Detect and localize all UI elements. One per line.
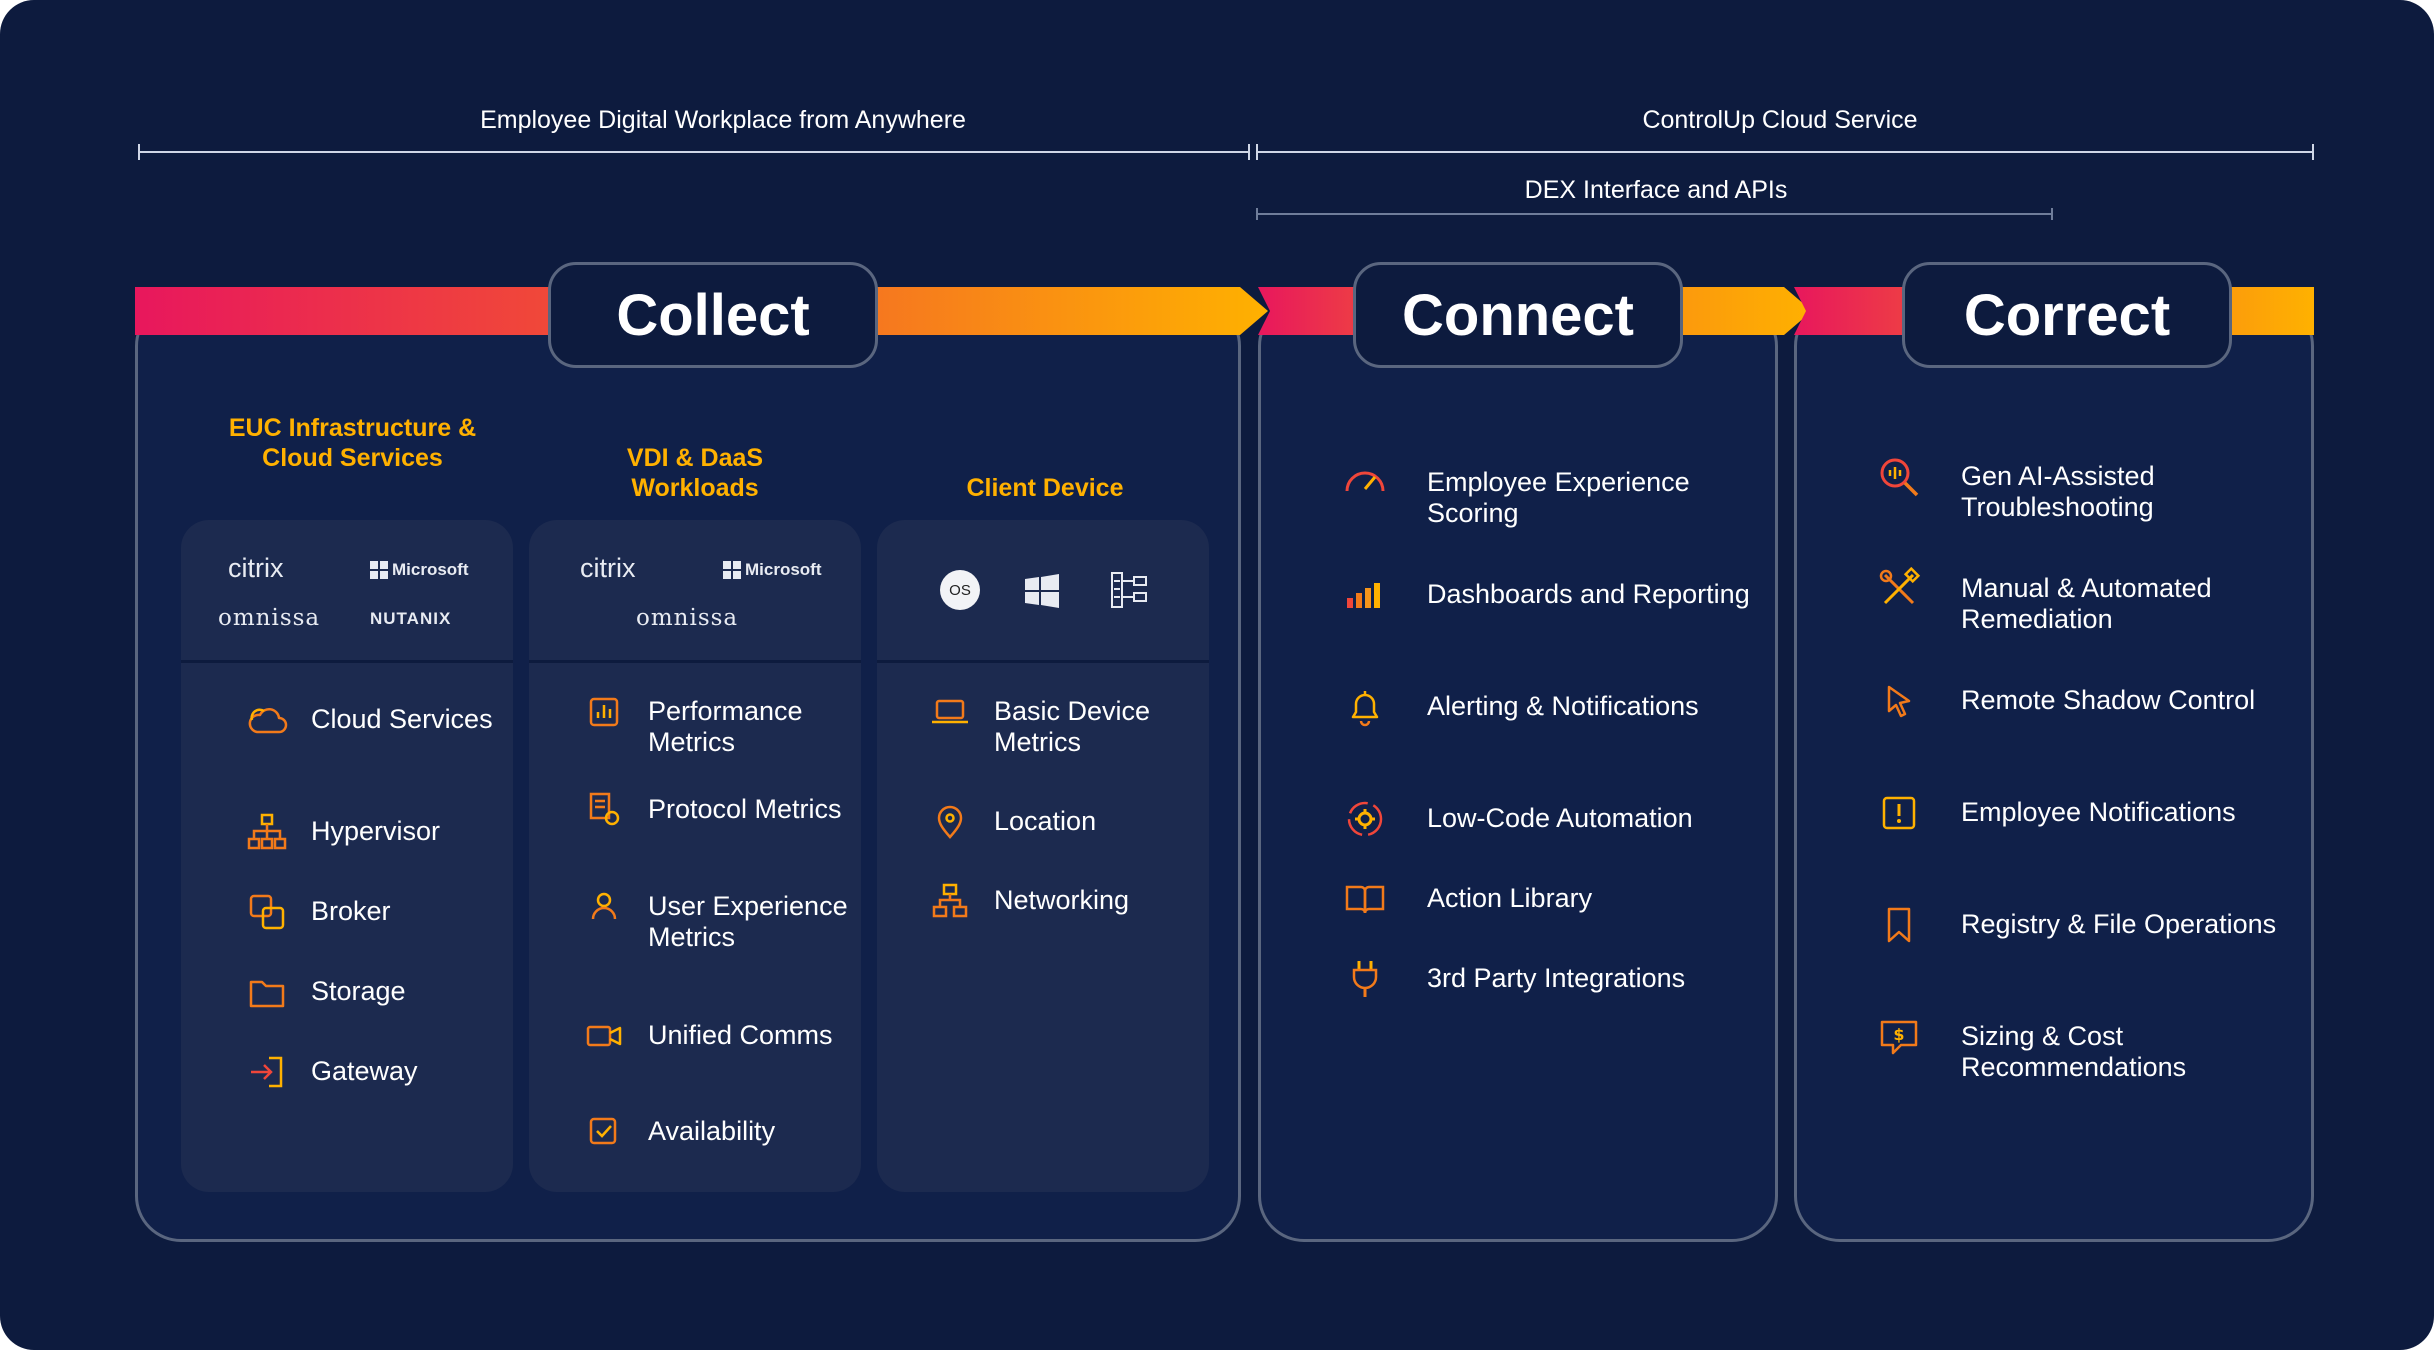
omnissa-logo: omnissa [636, 605, 739, 631]
citrix-logo: citrix [228, 553, 284, 583]
alert-box-icon [1877, 791, 1921, 835]
dollar-chat-icon: $ [1877, 1015, 1921, 1059]
check-square-icon [582, 1110, 626, 1154]
video-icon [582, 1014, 626, 1058]
cloud-icon [245, 698, 289, 742]
diagram-canvas: Employee Digital Workplace from Anywhere… [0, 0, 2434, 1350]
bookmark-icon [1877, 903, 1921, 947]
tools-icon [1877, 566, 1921, 611]
macos-logo: OS [940, 570, 980, 610]
vdi-item-availability: Availability [582, 1116, 852, 1154]
correct-item-notifications: Employee Notifications [1877, 796, 2297, 835]
client-divider [877, 660, 1209, 663]
connect-item-alerting: Alerting & Notifications [1343, 691, 1763, 729]
connect-item-automation: Low-Code Automation [1343, 801, 1763, 841]
collect-stage-label: Collect [548, 262, 878, 368]
nutanix-logo: NUTANIX [370, 609, 452, 628]
network-icon [928, 879, 972, 923]
gauge-icon [1343, 461, 1387, 505]
client-device-column-title: Client Device [966, 474, 1124, 502]
citrix-logo: citrix [580, 553, 636, 583]
linux-server-logo [1111, 572, 1147, 608]
book-icon [1343, 877, 1387, 921]
microsoft-logo: Microsoft [370, 560, 469, 580]
cursor-icon [1877, 679, 1921, 723]
document-icon [582, 788, 626, 832]
hierarchy-icon [245, 810, 289, 854]
client-item-location: Location [928, 805, 1198, 844]
signal-bars-icon [1343, 573, 1387, 617]
bell-icon [1343, 685, 1387, 729]
correct-item-gen-ai: Gen AI-Assisted Troubleshooting [1877, 458, 2297, 523]
svg-text:$: $ [1893, 1025, 1904, 1044]
euc-divider [181, 660, 513, 663]
plug-icon [1343, 957, 1387, 1001]
euc-item-broker: Broker [245, 894, 505, 934]
vdi-divider [529, 660, 861, 663]
client-item-networking: Networking [928, 883, 1198, 923]
client-device-subpanel [877, 520, 1209, 1192]
correct-item-remediation: Manual & Automated Remediation [1877, 566, 2297, 635]
microsoft-logo: Microsoft [723, 560, 822, 580]
search-ai-icon [1877, 455, 1921, 499]
correct-item-sizing: $ Sizing & Cost Recommendations [1877, 1020, 2297, 1083]
laptop-icon [928, 690, 972, 734]
correct-item-registry: Registry & File Operations [1877, 907, 2297, 947]
vdi-item-user-experience: User Experience Metrics [582, 891, 852, 953]
gear-cycle-icon [1343, 797, 1387, 841]
windows-logo [1025, 574, 1059, 608]
omnissa-logo: omnissa [218, 605, 321, 631]
correct-stage-label: Correct [1902, 262, 2232, 368]
login-icon [245, 1050, 289, 1094]
connect-item-dashboards: Dashboards and Reporting [1343, 579, 1763, 617]
vdi-item-protocol: Protocol Metrics [582, 792, 852, 832]
connect-stage-label: Connect [1353, 262, 1683, 368]
vdi-item-performance: Performance Metrics [582, 696, 852, 758]
euc-item-storage: Storage [245, 976, 505, 1014]
connect-item-scoring: Employee Experience Scoring [1343, 467, 1763, 529]
euc-item-cloud-services: Cloud Services [245, 704, 505, 742]
euc-column-title: EUC Infrastructure & Cloud Services [228, 414, 477, 472]
broker-icon [245, 890, 289, 934]
correct-item-remote-shadow: Remote Shadow Control [1877, 685, 2297, 723]
map-pin-icon [928, 800, 972, 844]
euc-item-gateway: Gateway [245, 1056, 505, 1094]
user-icon [582, 885, 626, 929]
vdi-item-unified-comms: Unified Comms [582, 1020, 852, 1058]
folder-icon [245, 970, 289, 1014]
connect-item-integrations: 3rd Party Integrations [1343, 961, 1763, 1001]
bar-chart-icon [582, 690, 626, 734]
client-item-basic-metrics: Basic Device Metrics [928, 696, 1198, 758]
euc-item-hypervisor: Hypervisor [245, 813, 505, 854]
connect-item-action-library: Action Library [1343, 883, 1763, 921]
vdi-column-title: VDI & DaaS Workloads [626, 444, 764, 502]
